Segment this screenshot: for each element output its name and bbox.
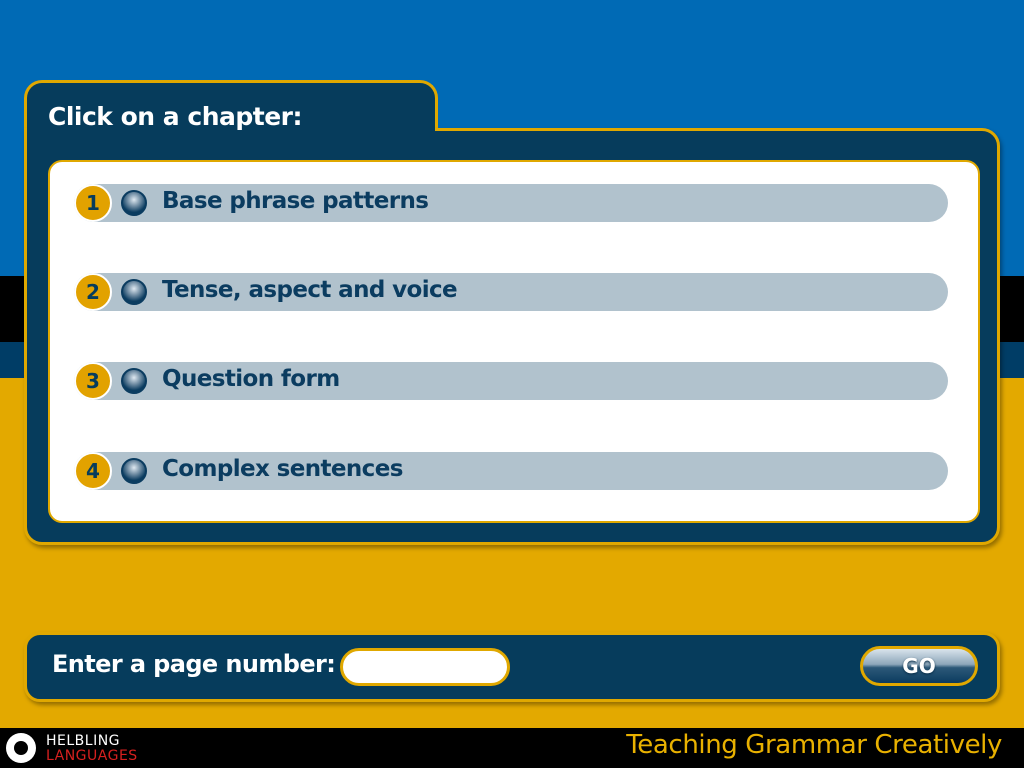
chapter-label: Base phrase patterns: [162, 188, 429, 214]
chapter-label: Question form: [162, 366, 340, 392]
footer-title: Teaching Grammar Creatively: [626, 730, 1002, 760]
bullet-icon: [121, 458, 147, 484]
chapter-item-4[interactable]: 4 Complex sentences: [74, 452, 948, 490]
helbling-logo-icon-center: [14, 741, 28, 755]
chapter-label: Complex sentences: [162, 456, 403, 482]
logo-text-bottom: LANGUAGES: [46, 748, 138, 764]
chapter-number-badge: 4: [74, 452, 112, 490]
chapter-item-1[interactable]: 1 Base phrase patterns: [74, 184, 948, 222]
chapter-number-badge: 2: [74, 273, 112, 311]
logo-text-top: HELBLING: [46, 733, 121, 749]
chapter-number-badge: 1: [74, 184, 112, 222]
page-title: Click on a chapter:: [48, 102, 303, 131]
page-number-input[interactable]: [340, 648, 510, 686]
chapter-item-3[interactable]: 3 Question form: [74, 362, 948, 400]
chapter-label: Tense, aspect and voice: [162, 277, 458, 303]
bullet-icon: [121, 368, 147, 394]
go-button[interactable]: GO: [860, 646, 978, 686]
bullet-icon: [121, 279, 147, 305]
bullet-icon: [121, 190, 147, 216]
page-number-label: Enter a page number:: [52, 650, 336, 678]
chapter-item-2[interactable]: 2 Tense, aspect and voice: [74, 273, 948, 311]
chapter-number-badge: 3: [74, 362, 112, 400]
